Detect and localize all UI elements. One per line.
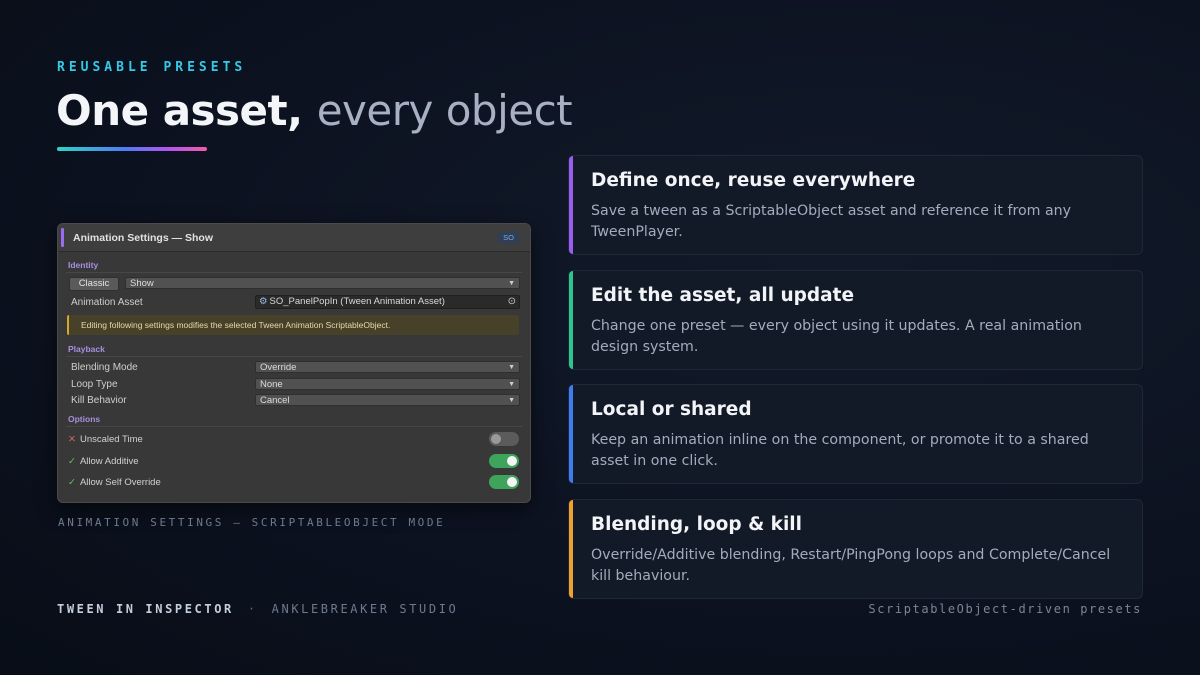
title-underline (57, 147, 207, 151)
option-label: Allow Additive (79, 456, 139, 467)
card-title: Edit the asset, all update (591, 285, 855, 306)
show-dropdown[interactable]: Show ▼ (125, 277, 520, 289)
title-light: every object (316, 86, 573, 135)
card-accent-bar (569, 156, 573, 254)
toggle-knob (491, 434, 501, 444)
card-body: Change one preset — every object using i… (591, 318, 1082, 355)
card-body: Override/Additive blending, Restart/Ping… (591, 547, 1111, 584)
title-strong: One asset, (56, 86, 303, 135)
feature-card-blending: Blending, loop & kill Override/Additive … (568, 499, 1143, 599)
inspector-header[interactable]: Animation Settings — Show SO (58, 224, 530, 252)
feature-card-local-shared: Local or shared Keep an animation inline… (568, 384, 1143, 484)
section-options: Options (68, 414, 101, 424)
inspector-title: Animation Settings — Show (73, 232, 214, 244)
blending-mode-dropdown[interactable]: Override ▼ (255, 361, 520, 373)
so-badge: SO (498, 232, 519, 243)
loop-type-label: Loop Type (71, 379, 118, 390)
allow-self-override-toggle[interactable] (489, 475, 519, 489)
blending-mode-value: Override (260, 362, 297, 373)
card-title: Blending, loop & kill (591, 514, 802, 535)
animation-asset-label: Animation Asset (71, 297, 143, 308)
kill-behavior-value: Cancel (260, 395, 290, 406)
footer-tagline: ScriptableObject-driven presets (868, 602, 1142, 616)
show-dropdown-value: Show (130, 278, 154, 289)
chevron-down-icon: ▼ (508, 397, 515, 404)
section-divider (66, 426, 522, 427)
checkmark-icon: ✓ (68, 456, 76, 467)
feature-card-define-once: Define once, reuse everywhere Save a twe… (568, 155, 1143, 255)
product-name: TWEEN IN INSPECTOR (57, 602, 234, 616)
option-allow-additive: ✓ Allow Additive (68, 456, 139, 467)
toggle-knob (507, 456, 517, 466)
option-label: Unscaled Time (79, 434, 143, 445)
chevron-down-icon: ▼ (508, 280, 515, 287)
footer-credits: TWEEN IN INSPECTOR · ANKLEBREAKER STUDIO (57, 602, 458, 616)
blending-mode-label: Blending Mode (71, 362, 138, 373)
feature-card-edit-asset: Edit the asset, all update Change one pr… (568, 270, 1143, 370)
toggle-knob (507, 477, 517, 487)
option-unscaled-time: ✕ Unscaled Time (68, 434, 143, 445)
animation-asset-field[interactable]: ⚙ SO_PanelPopIn (Tween Animation Asset) ⊙ (255, 295, 520, 309)
card-title: Local or shared (591, 399, 752, 420)
card-accent-bar (569, 271, 573, 369)
header-accent (61, 228, 64, 247)
cross-icon: ✕ (68, 434, 76, 445)
section-playback: Playback (68, 344, 105, 354)
option-label: Allow Self Override (79, 477, 161, 488)
section-identity: Identity (68, 260, 99, 270)
kill-behavior-dropdown[interactable]: Cancel ▼ (255, 394, 520, 406)
card-body: Keep an animation inline on the componen… (591, 432, 1089, 469)
eyebrow-label: REUSABLE PRESETS (57, 60, 247, 75)
allow-additive-toggle[interactable] (489, 454, 519, 468)
checkmark-icon: ✓ (68, 477, 76, 488)
inspector-panel: Animation Settings — Show SO Identity Cl… (57, 223, 531, 503)
card-title: Define once, reuse everywhere (591, 170, 916, 191)
footer-separator: · (247, 602, 258, 616)
card-accent-bar (569, 385, 573, 483)
loop-type-value: None (260, 379, 283, 390)
classic-button[interactable]: Classic (69, 277, 119, 291)
section-divider (66, 272, 522, 273)
page-title: One asset, every object (56, 82, 573, 140)
card-body: Save a tween as a ScriptableObject asset… (591, 203, 1072, 240)
panel-caption: ANIMATION SETTINGS — SCRIPTABLEOBJECT MO… (58, 516, 446, 529)
loop-type-dropdown[interactable]: None ▼ (255, 378, 520, 390)
chevron-down-icon: ▼ (508, 381, 515, 388)
warning-banner: Editing following settings modifies the … (67, 315, 519, 335)
card-accent-bar (569, 500, 573, 598)
section-divider (66, 356, 522, 357)
chevron-down-icon: ▼ (508, 364, 515, 371)
option-allow-self-override: ✓ Allow Self Override (68, 477, 161, 488)
object-picker-icon[interactable]: ⊙ (508, 296, 516, 308)
unscaled-time-toggle[interactable] (489, 432, 519, 446)
kill-behavior-label: Kill Behavior (71, 395, 127, 406)
studio-name: ANKLEBREAKER STUDIO (271, 602, 459, 616)
animation-asset-value: SO_PanelPopIn (Tween Animation Asset) (269, 296, 445, 307)
scriptable-object-icon: ⚙ (259, 296, 268, 307)
